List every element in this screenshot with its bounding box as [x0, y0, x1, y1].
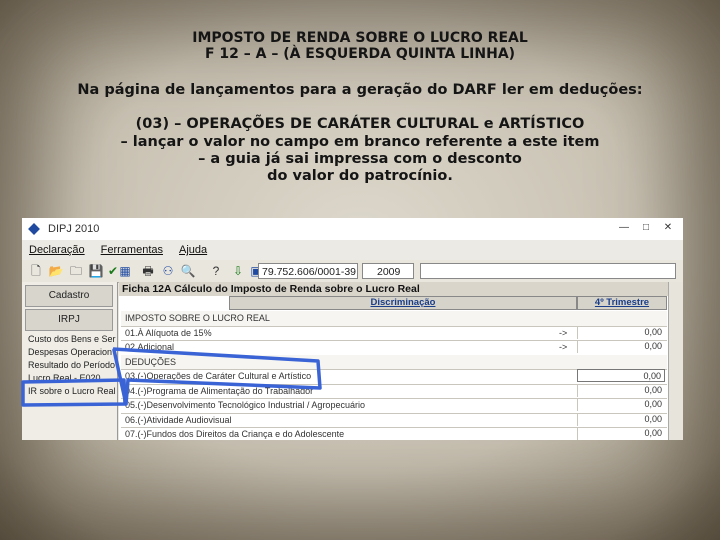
row-label: 04.(-)Programa de Alimentação do Trabalh…: [125, 385, 314, 396]
nav-item-custo-bens[interactable]: Custo dos Bens e Ser: [28, 334, 116, 344]
row-value[interactable]: 0,00: [577, 398, 665, 411]
table-row: IMPOSTO SOBRE O LUCRO REAL: [121, 311, 667, 327]
table-row: DEDUÇÕES: [121, 354, 667, 370]
row-value: 0,00: [577, 340, 665, 353]
help-icon[interactable]: ?: [208, 263, 224, 279]
year-field[interactable]: 2009: [362, 263, 414, 279]
irpj-button[interactable]: IRPJ: [25, 309, 113, 331]
maximize-button[interactable]: □: [637, 221, 655, 235]
nav-item-lucro-real[interactable]: Lucro Real - E020: [28, 373, 101, 383]
vertical-scrollbar[interactable]: [668, 282, 683, 440]
import-icon[interactable]: ⇩: [230, 263, 246, 279]
col-4-trimestre: 4º Trimestre: [577, 296, 667, 310]
cadastro-button[interactable]: Cadastro: [25, 285, 113, 307]
row-value[interactable]: 0,00: [577, 412, 665, 426]
ficha-title: Ficha 12A Cálculo do Imposto de Renda so…: [119, 282, 683, 296]
dipj-app-icon: [28, 223, 40, 235]
search-icon[interactable]: 🔍: [180, 263, 196, 279]
row-value[interactable]: 0,00: [577, 383, 665, 397]
cnpj-field[interactable]: 79.752.606/0001-39: [258, 263, 358, 279]
row-label: IMPOSTO SOBRE O LUCRO REAL: [125, 313, 270, 323]
save-icon[interactable]: 💾: [88, 263, 104, 279]
slide-title-line1: IMPOSTO DE RENDA SOBRE O LUCRO REAL: [192, 30, 528, 46]
menu-bar: Declaração Ferramentas Ajuda: [22, 240, 683, 260]
row-value[interactable]: 0,00: [577, 427, 665, 440]
menu-ferramentas[interactable]: Ferramentas: [101, 244, 163, 256]
slide-title-line2: F 12 – A – (À ESQUERDA QUINTA LINHA): [204, 46, 516, 62]
cultural-deduction-input[interactable]: 0,00: [577, 369, 665, 382]
network-icon[interactable]: ⚇: [160, 263, 176, 279]
col-discriminacao: Discriminação: [229, 296, 577, 310]
menu-declaracao[interactable]: Declaração: [29, 244, 85, 256]
minimize-button[interactable]: —: [615, 221, 633, 235]
row-label: 01.À Alíquota de 15%: [125, 327, 212, 338]
new-icon[interactable]: 🗋: [28, 263, 44, 279]
column-headers: Discriminação 4º Trimestre: [119, 296, 667, 310]
table-row: 07.(-)Fundos dos Direitos da Criança e d…: [121, 427, 667, 440]
window-titlebar: DIPJ 2010 — □ ✕: [22, 218, 683, 240]
toolbar: 🗋 📂 🗀 💾 ✔ ▦ 🖶 ⚇ 🔍 ? ⇩ ▣ 79.752.606/0001-…: [22, 260, 683, 283]
slide-body-line2: – a guia já sai impressa com o desconto: [198, 151, 522, 167]
left-navigation: Cadastro IRPJ Custo dos Bens e Ser Despe…: [22, 282, 118, 440]
print-icon[interactable]: 🖶: [140, 263, 156, 279]
table-row: 05.(-)Desenvolvimento Tecnológico Indust…: [121, 398, 667, 414]
name-field[interactable]: [420, 263, 676, 279]
slide-section-heading: (03) – OPERAÇÕES DE CARÁTER CULTURAL e A…: [135, 116, 585, 132]
row-label: 03.(-)Operações de Caráter Cultural e Ar…: [125, 371, 312, 381]
menu-ajuda[interactable]: Ajuda: [179, 244, 207, 256]
row-value: 0,00: [577, 325, 665, 339]
row-arrow: ->: [559, 327, 568, 338]
row-label: 02.Adicional: [125, 342, 175, 352]
ficha-panel: Ficha 12A Cálculo do Imposto de Renda so…: [119, 282, 683, 440]
window-title: DIPJ 2010: [48, 223, 100, 235]
table-row: 06.(-)Atividade Audiovisual 0,00: [121, 412, 667, 428]
nav-item-ir-lucro-real[interactable]: IR sobre o Lucro Real: [28, 386, 116, 396]
list-icon[interactable]: ▦: [117, 263, 133, 279]
slide-body-line1: – lançar o valor no campo em branco refe…: [120, 134, 600, 150]
nav-item-resultado-periodo[interactable]: Resultado do Período: [28, 360, 115, 370]
slide-body-line3: do valor do patrocínio.: [267, 168, 453, 184]
open-icon[interactable]: 📂: [48, 263, 64, 279]
table-row: 02.Adicional -> 0,00: [121, 340, 667, 356]
slide-instruction: Na página de lançamentos para a geração …: [77, 82, 643, 98]
row-label: 07.(-)Fundos dos Direitos da Criança e d…: [125, 429, 345, 439]
row-label: 05.(-)Desenvolvimento Tecnológico Indust…: [125, 400, 365, 410]
row-arrow: ->: [559, 342, 568, 352]
row-label: 06.(-)Atividade Audiovisual: [125, 414, 232, 425]
folder-icon[interactable]: 🗀: [68, 263, 84, 279]
dipj-window: DIPJ 2010 — □ ✕ Declaração Ferramentas A…: [22, 218, 683, 440]
table-row: 01.À Alíquota de 15% -> 0,00: [121, 325, 667, 341]
row-label: DEDUÇÕES: [125, 356, 177, 367]
close-button[interactable]: ✕: [659, 221, 677, 235]
nav-item-despesas-operacionais[interactable]: Despesas Operacion: [28, 347, 112, 357]
table-row: 03.(-)Operações de Caráter Cultural e Ar…: [121, 369, 667, 385]
table-row: 04.(-)Programa de Alimentação do Trabalh…: [121, 383, 667, 399]
